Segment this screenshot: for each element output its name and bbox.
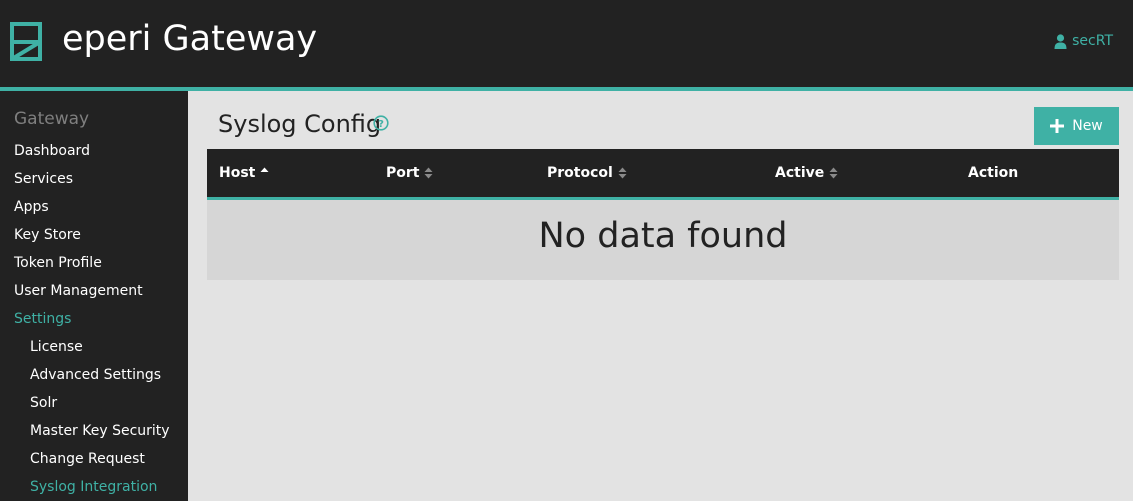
plus-icon bbox=[1050, 119, 1065, 133]
user-menu[interactable]: secRT bbox=[1054, 33, 1113, 49]
sidebar-item-settings[interactable]: Settings bbox=[14, 311, 71, 327]
sidebar-heading: Gateway bbox=[14, 109, 90, 129]
column-header-active[interactable]: Active bbox=[775, 165, 838, 181]
eperi-logo-icon[interactable] bbox=[10, 22, 42, 61]
sidebar-item-user-management[interactable]: User Management bbox=[14, 283, 143, 299]
column-header-port[interactable]: Port bbox=[386, 165, 433, 181]
empty-message: No data found bbox=[538, 216, 788, 256]
sidebar-item-dashboard[interactable]: Dashboard bbox=[14, 143, 90, 159]
new-button[interactable]: New bbox=[1034, 107, 1119, 145]
table-header: Host Port Protocol Active Action bbox=[207, 149, 1119, 197]
page-title: Syslog Config bbox=[218, 110, 382, 138]
user-name[interactable]: secRT bbox=[1072, 33, 1113, 49]
column-header-host[interactable]: Host bbox=[219, 165, 269, 181]
sort-icon bbox=[829, 167, 838, 179]
column-header-label: Protocol bbox=[547, 165, 613, 181]
column-header-label: Action bbox=[968, 165, 1019, 181]
sidebar-item-syslog-integration[interactable]: Syslog Integration bbox=[30, 479, 157, 495]
column-header-label: Host bbox=[219, 165, 256, 181]
sidebar-item-solr[interactable]: Solr bbox=[30, 395, 57, 411]
column-header-action: Action bbox=[968, 165, 1018, 181]
sidebar-item-apps[interactable]: Apps bbox=[14, 199, 49, 215]
help-icon[interactable]: ? bbox=[373, 115, 389, 131]
sidebar-item-master-key-security[interactable]: Master Key Security bbox=[30, 423, 170, 439]
new-button-label: New bbox=[1072, 118, 1103, 134]
sidebar-item-token-profile[interactable]: Token Profile bbox=[14, 255, 102, 271]
user-icon bbox=[1054, 33, 1067, 49]
column-header-protocol[interactable]: Protocol bbox=[547, 165, 627, 181]
sidebar-item-change-request[interactable]: Change Request bbox=[30, 451, 145, 467]
sort-icon bbox=[424, 167, 433, 179]
sort-ascending-icon bbox=[260, 167, 269, 172]
column-header-label: Port bbox=[386, 165, 420, 181]
sort-icon bbox=[618, 167, 627, 179]
column-header-label: Active bbox=[775, 165, 825, 181]
svg-text:?: ? bbox=[378, 119, 384, 130]
sidebar-item-advanced-settings[interactable]: Advanced Settings bbox=[30, 367, 161, 383]
sidebar-item-key-store[interactable]: Key Store bbox=[14, 227, 81, 243]
app-title: eperi Gateway bbox=[62, 19, 318, 59]
app-header: eperi Gateway secRT bbox=[0, 0, 1133, 87]
sidebar: Gateway Dashboard Services Apps Key Stor… bbox=[0, 91, 188, 501]
sidebar-item-services[interactable]: Services bbox=[14, 171, 73, 187]
sidebar-item-license[interactable]: License bbox=[30, 339, 83, 355]
table-empty-row: No data found bbox=[207, 200, 1119, 280]
